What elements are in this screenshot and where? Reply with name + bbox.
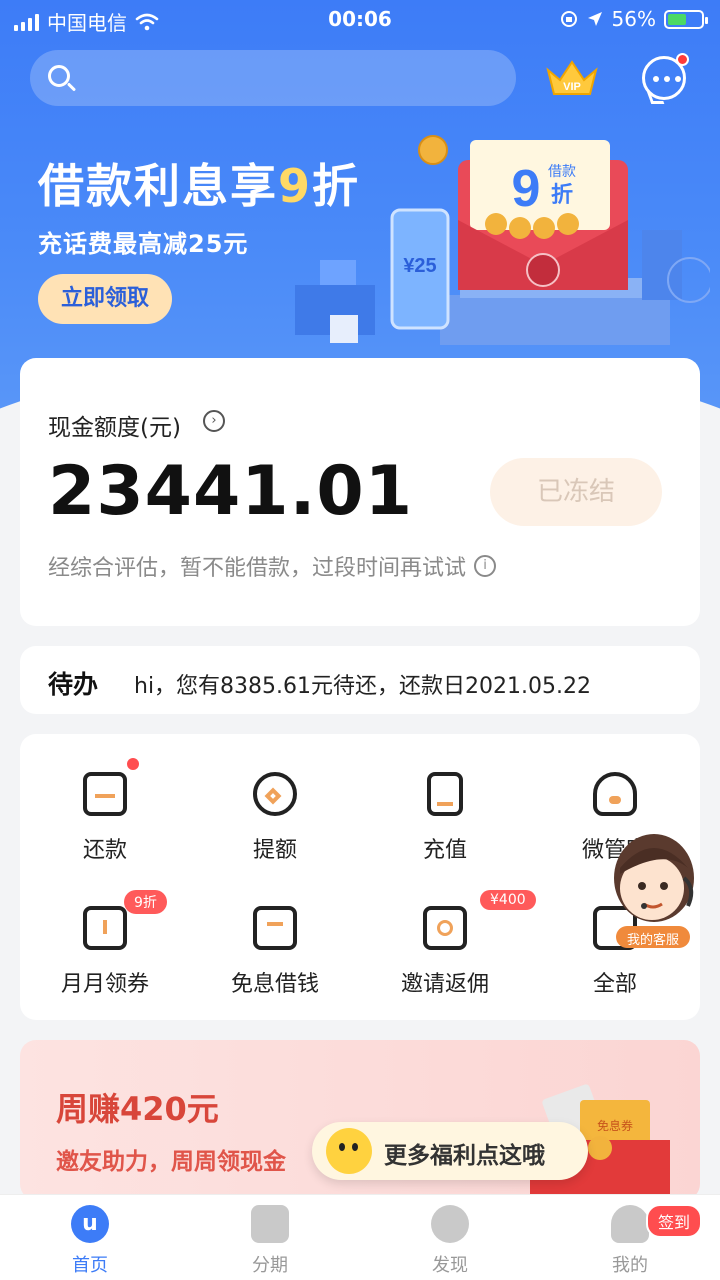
location-icon (587, 12, 602, 26)
banner-subtitle: 充话费最高减25元 (38, 230, 249, 258)
tab-label: 首页 (72, 1255, 108, 1276)
coupon-tag: 9折 (124, 890, 167, 914)
raise-limit-icon (253, 772, 297, 816)
tab-discover[interactable]: 发现 (360, 1205, 540, 1277)
grid-item-repay[interactable]: 还款 (20, 758, 190, 882)
shopping-bag-icon (251, 1205, 289, 1243)
customer-service-button[interactable]: 我的客服 (604, 828, 716, 958)
invite-tag: ¥400 (480, 890, 536, 910)
todo-message: hi，您有8385.61元待还，还款日2021.05.22 (134, 674, 591, 699)
quota-hint: 经综合评估，暂不能借款，过段时间再试试 i (48, 550, 497, 582)
cash-quota-card: 现金额度(元) › 23441.01 已冻结 经综合评估，暂不能借款，过段时间再… (20, 358, 700, 626)
search-input[interactable] (30, 50, 516, 106)
service-label: 我的客服 (626, 933, 679, 948)
tab-label: 发现 (432, 1255, 468, 1276)
grid-item-invite[interactable]: ¥400 邀请返佣 (360, 890, 536, 1016)
feature-grid: 还款 提额 充值 微管家 9折 月月领券 免息借钱 ¥400 邀请返佣 全部 (20, 734, 700, 1020)
home-icon: u (71, 1205, 109, 1243)
quota-amount: 23441.01 (48, 452, 414, 531)
grid-item-interest-free[interactable]: 免息借钱 (190, 906, 360, 1016)
interest-free-icon (253, 906, 297, 950)
butler-icon (593, 772, 637, 816)
grid-item-label: 充值 (422, 838, 467, 863)
bottom-tab-bar: u 首页 分期 发现 我的 (0, 1194, 720, 1280)
svg-text:免息券: 免息券 (597, 1118, 633, 1133)
tab-label: 我的 (612, 1255, 648, 1276)
svg-text:折: 折 (551, 182, 573, 207)
battery-icon (664, 9, 708, 29)
svg-text:9: 9 (512, 160, 541, 218)
todo-card[interactable]: 待办 hi，您有8385.61元待还，还款日2021.05.22 (20, 646, 700, 714)
info-icon[interactable]: i (474, 555, 497, 577)
invite-icon (423, 906, 467, 950)
repay-red-dot (127, 758, 139, 770)
todo-title: 待办 (48, 670, 99, 699)
tab-installment[interactable]: 分期 (180, 1205, 360, 1277)
battery-fill (668, 13, 686, 25)
message-icon[interactable] (642, 53, 689, 100)
svg-text:¥25: ¥25 (403, 255, 436, 277)
grid-item-label: 邀请返佣 (400, 972, 489, 997)
promo-title: 周赚420元 (56, 1090, 219, 1128)
quota-label: 现金额度(元) (48, 415, 181, 441)
checkin-badge[interactable]: 签到 (646, 1204, 703, 1238)
claim-button[interactable]: 立即领取 (38, 274, 172, 324)
grid-item-raise-limit[interactable]: 提额 (190, 772, 360, 882)
grid-item-label: 免息借钱 (230, 972, 319, 997)
tab-label: 分期 (252, 1255, 288, 1276)
status-bar: 中国电信 00:06 56% (0, 0, 720, 38)
user-icon (611, 1205, 649, 1243)
grid-item-recharge[interactable]: 充值 (360, 772, 530, 882)
coupon-icon (83, 906, 127, 950)
search-icon (48, 65, 70, 87)
repay-icon (83, 772, 127, 816)
grid-item-label: 提额 (252, 838, 297, 863)
phone-recharge-icon (427, 772, 463, 816)
svg-text:借款: 借款 (548, 163, 576, 179)
bubble-text: 更多福利点这哦 (384, 1143, 545, 1169)
vip-crown-icon[interactable]: VIP (544, 56, 600, 100)
grid-item-label: 月月领券 (60, 972, 149, 997)
orientation-lock-icon (560, 11, 577, 27)
battery-percent: 56% (611, 7, 656, 31)
chevron-right-icon[interactable]: › (203, 410, 225, 432)
promo-subtitle: 邀友助力，周周领现金 (56, 1149, 286, 1175)
smiley-icon (326, 1128, 372, 1174)
more-benefits-bubble[interactable]: 更多福利点这哦 (312, 1122, 588, 1180)
grid-item-coupon[interactable]: 9折 月月领券 (20, 890, 190, 1016)
tab-home[interactable]: u 首页 (0, 1205, 180, 1277)
message-unread-dot (676, 53, 689, 66)
grid-item-label: 还款 (82, 838, 127, 863)
compass-icon (431, 1205, 469, 1243)
banner-illustration: ¥25 9 借款 折 (295, 135, 710, 345)
frozen-button[interactable]: 已冻结 (490, 458, 662, 526)
svg-text:VIP: VIP (563, 81, 581, 93)
grid-item-label: 全部 (592, 972, 637, 997)
quota-hint-text: 经综合评估，暂不能借款，过段时间再试试 (48, 556, 467, 581)
